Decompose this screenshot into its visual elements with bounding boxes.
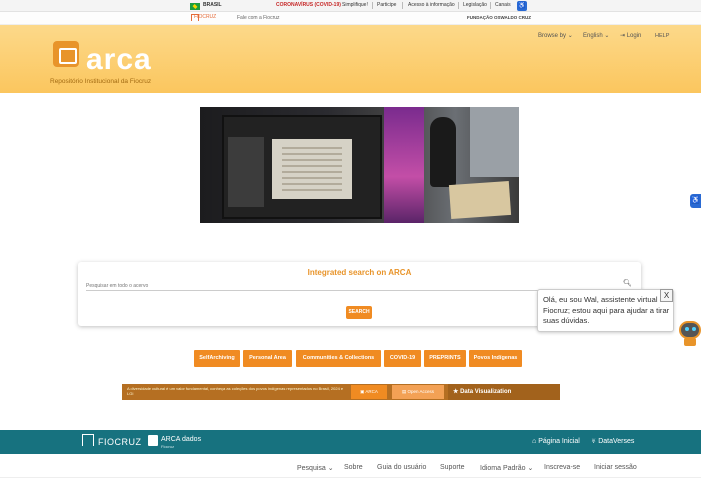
chatbot-bubble: Olá, eu sou Wal, assistente virtual da F… bbox=[537, 289, 674, 332]
banner-arca-button[interactable]: ▣ ARCA bbox=[351, 385, 387, 399]
banner-open-access-label: Open Access bbox=[407, 389, 435, 394]
browse-by-label: Browse by bbox=[538, 33, 567, 39]
dataverse-navbar: FIOCRUZ ARCA dados Fiocruz ⌂ Página Inic… bbox=[0, 430, 701, 454]
login-label: Login bbox=[626, 33, 642, 39]
arca-logo-icon[interactable] bbox=[53, 41, 79, 67]
language-label: English bbox=[583, 33, 603, 39]
repository-subtitle: Repositório Institucional da Fiocruz bbox=[50, 78, 152, 85]
dataverse-icon: ♅ bbox=[591, 438, 597, 445]
gov-link-participe[interactable]: Participe bbox=[377, 2, 396, 8]
language-dropdown[interactable]: English ⌄ bbox=[583, 32, 609, 39]
arca-header: arca Repositório Institucional da Fiocru… bbox=[0, 25, 701, 93]
nav-pesquisa-label: Pesquisa bbox=[297, 465, 326, 472]
hero-monitor bbox=[222, 115, 382, 219]
dataverses-link[interactable]: ♅ DataVerses bbox=[591, 438, 634, 445]
gov-link-simplifique[interactable]: Simplifique! bbox=[342, 2, 368, 8]
selfarchiving-button[interactable]: SelfArchiving bbox=[194, 350, 240, 367]
chevron-down-icon: ⌄ bbox=[327, 465, 334, 472]
fiocruz-brand[interactable]: FIOCRUZ bbox=[98, 437, 142, 447]
gov-separator bbox=[402, 2, 403, 9]
gov-separator bbox=[458, 2, 459, 9]
chevron-down-icon: ⌄ bbox=[604, 33, 610, 39]
bottom-divider bbox=[0, 477, 701, 478]
fiocruz-icon bbox=[82, 434, 94, 446]
accessibility-icon[interactable]: ♿ bbox=[517, 1, 527, 11]
search-title: Integrated search on ARCA bbox=[307, 268, 412, 277]
chatbot-avatar-icon[interactable] bbox=[677, 319, 701, 347]
nav-suporte[interactable]: Suporte bbox=[440, 464, 465, 471]
gov-separator bbox=[490, 2, 491, 9]
arca-dados-sub: Fiocruz bbox=[161, 444, 175, 449]
nav-idioma[interactable]: Idioma Padrão ⌄ bbox=[480, 464, 533, 472]
nav-inscreva[interactable]: Inscreva-se bbox=[544, 464, 580, 471]
data-visualization-button[interactable]: ★ Data Visualization bbox=[448, 384, 560, 400]
arca-dados-brand[interactable]: ARCA dados bbox=[161, 436, 201, 443]
chatbot-close-button[interactable]: X bbox=[660, 289, 673, 302]
data-visualization-label: Data Visualization bbox=[460, 389, 512, 395]
star-icon: ★ bbox=[453, 389, 459, 395]
fiocruz-strip: FIOCRUZ Fale com a Fiocruz FUNDAÇÃO OSWA… bbox=[0, 12, 701, 25]
gov-top-bar: BRASIL CORONAVÍRUS (COVID-19) Simplifiqu… bbox=[0, 0, 701, 12]
arca-dados-icon bbox=[148, 435, 158, 446]
arca-small-icon: ▣ bbox=[360, 389, 365, 394]
nav-iniciar-sessao[interactable]: Iniciar sessão bbox=[594, 464, 637, 471]
search-icon[interactable]: 🔍︎ bbox=[623, 279, 632, 287]
open-access-icon: ▤ bbox=[401, 389, 407, 394]
fale-com-fiocruz-link[interactable]: Fale com a Fiocruz bbox=[237, 15, 280, 21]
nav-guia[interactable]: Guia do usuário bbox=[377, 464, 426, 471]
banner-arca-label: ARCA bbox=[365, 389, 378, 394]
login-icon: ⇥ bbox=[620, 33, 626, 39]
banner-open-access-button[interactable]: ▤ Open Access bbox=[392, 385, 444, 399]
arca-logo-text[interactable]: arca bbox=[86, 43, 152, 77]
brazil-flag-icon bbox=[190, 3, 200, 10]
banner-text: A diversidade cultural é um valor fundam… bbox=[127, 386, 344, 396]
gov-covid-link[interactable]: CORONAVÍRUS (COVID-19) bbox=[276, 2, 341, 8]
povos-indigenas-button[interactable]: Povos Indígenas bbox=[469, 350, 522, 367]
fundacao-label: FUNDAÇÃO OSWALDO CRUZ bbox=[467, 15, 531, 20]
gov-separator bbox=[372, 2, 373, 9]
preprints-button[interactable]: PREPRINTS bbox=[424, 350, 466, 367]
nav-pesquisa[interactable]: Pesquisa ⌄ bbox=[297, 464, 334, 472]
help-link[interactable]: HELP bbox=[655, 33, 669, 39]
accessibility-side-icon[interactable]: ♿ bbox=[690, 194, 701, 208]
nav-idioma-label: Idioma Padrão bbox=[480, 465, 526, 472]
dataverses-label: DataVerses bbox=[598, 438, 635, 445]
search-button[interactable]: SEARCH bbox=[346, 306, 372, 319]
communities-collections-button[interactable]: Communities & Collections bbox=[296, 350, 381, 367]
browse-by-dropdown[interactable]: Browse by ⌄ bbox=[538, 32, 573, 39]
promo-banner: A diversidade cultural é um valor fundam… bbox=[122, 384, 560, 400]
nav-sobre[interactable]: Sobre bbox=[344, 464, 363, 471]
chevron-down-icon: ⌄ bbox=[527, 465, 534, 472]
chatbot-message: Olá, eu sou Wal, assistente virtual da F… bbox=[543, 295, 670, 325]
gov-link-acesso[interactable]: Acesso à informação bbox=[408, 2, 455, 8]
personal-area-button[interactable]: Personal Area bbox=[243, 350, 292, 367]
gov-link-canais[interactable]: Canais bbox=[495, 2, 511, 8]
hero-image bbox=[200, 107, 519, 223]
gov-brasil-link[interactable]: BRASIL bbox=[203, 2, 222, 8]
fiocruz-logo[interactable]: FIOCRUZ bbox=[190, 14, 216, 21]
home-icon: ⌂ bbox=[532, 438, 537, 445]
login-link[interactable]: ⇥ Login bbox=[620, 32, 641, 39]
pagina-inicial-link[interactable]: ⌂ Página Inicial bbox=[532, 438, 580, 445]
chevron-down-icon: ⌄ bbox=[567, 33, 573, 39]
home-label: Página Inicial bbox=[538, 438, 580, 445]
gov-link-legislacao[interactable]: Legislação bbox=[463, 2, 487, 8]
covid19-button[interactable]: COVID-19 bbox=[384, 350, 421, 367]
